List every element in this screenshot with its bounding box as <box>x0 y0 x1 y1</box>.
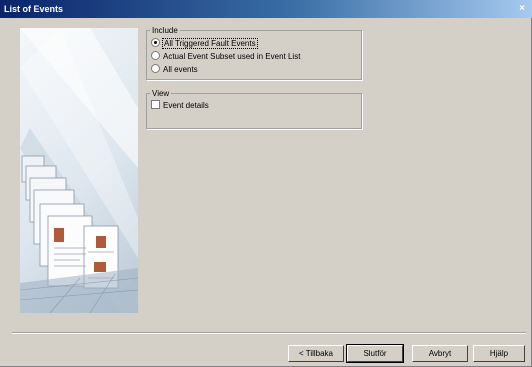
radio-icon[interactable] <box>151 51 160 61</box>
cancel-button[interactable]: Avbryt <box>412 345 468 362</box>
event-details-checkbox[interactable]: Event details <box>151 100 209 111</box>
include-option-subset[interactable]: Actual Event Subset used in Event List <box>151 51 301 62</box>
option-label: All events <box>163 65 198 74</box>
checkbox-icon[interactable] <box>151 100 160 110</box>
include-legend: Include <box>152 26 178 35</box>
dialog-window: List of Events × Include All Triggered F… <box>0 0 532 367</box>
title-bar[interactable]: List of Events × <box>0 0 532 18</box>
wizard-pages-icon <box>20 28 138 313</box>
view-group: View Event details <box>146 89 362 129</box>
radio-icon[interactable] <box>151 64 160 74</box>
button-divider <box>12 332 526 334</box>
include-option-all[interactable]: All events <box>151 64 198 75</box>
window-title: List of Events <box>4 4 64 14</box>
event-details-label: Event details <box>163 101 209 110</box>
view-legend: View <box>152 89 170 98</box>
include-option-triggered[interactable]: All Triggered Fault Events <box>151 38 258 49</box>
include-group: Include All Triggered Fault Events Actua… <box>146 26 362 80</box>
wizard-illustration <box>20 28 138 313</box>
help-button[interactable]: Hjälp <box>473 345 525 362</box>
close-icon[interactable]: × <box>516 3 528 14</box>
option-label: Actual Event Subset used in Event List <box>163 52 301 61</box>
option-label: All Triggered Fault Events <box>162 38 258 49</box>
finish-button[interactable]: Slutför <box>346 344 404 363</box>
back-button[interactable]: < Tillbaka <box>288 345 344 362</box>
radio-selected-icon[interactable] <box>151 38 160 48</box>
